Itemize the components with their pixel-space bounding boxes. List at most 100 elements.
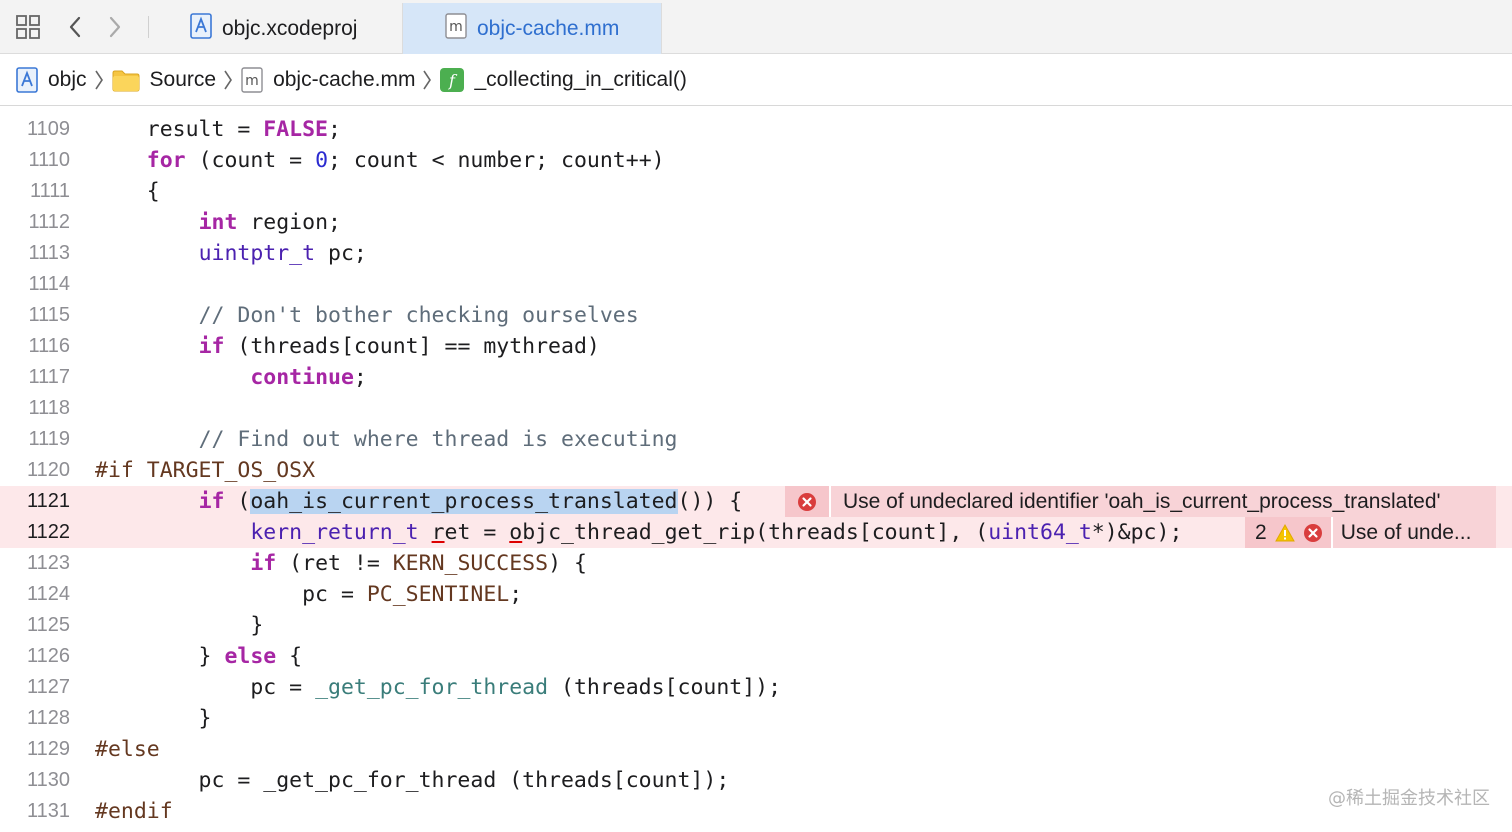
watermark: @稀土掘金技术社区 [1328,788,1490,809]
tab-objc-xcodeproj[interactable]: objc.xcodeproj [176,3,402,54]
folder-icon [112,68,140,92]
code-text: if (oah_is_current_process_translated())… [198,489,743,514]
code-line: 1119 // Find out where thread is executi… [0,424,1512,455]
code-text: kern_return_t ret = objc_thread_get_rip(… [250,520,1183,545]
code-line-error: 1122 kern_return_t ret = objc_thread_get… [0,517,1512,548]
objc-source-file-icon: m [445,12,467,45]
line-number: 1115 [28,304,70,326]
function-icon: f [440,67,465,92]
breadcrumb-label: _collecting_in_critical() [474,67,687,91]
xcode-project-icon [16,66,38,93]
toolbar-divider [148,16,149,38]
line-number: 1120 [26,459,70,481]
code-line: 1110 for (count = 0; count < number; cou… [0,145,1512,176]
breadcrumb-label: Source [149,67,217,91]
breadcrumb: objc Source m objc-cache.mm f _collectin… [0,54,1512,106]
warning-icon [1274,523,1295,541]
svg-text:m: m [449,19,463,35]
error-icon [1303,523,1322,542]
line-number: 1109 [26,118,70,140]
breadcrumb-item-file[interactable]: m objc-cache.mm [241,66,415,93]
line-number: 1116 [28,335,70,357]
xcode-project-icon [190,12,212,45]
chevron-right-icon [422,68,432,92]
line-number: 1130 [26,769,70,791]
line-number: 1126 [26,645,70,667]
code-text: } [95,613,264,638]
forward-arrow-icon[interactable] [100,0,130,54]
code-line: 1111 { [0,176,1512,207]
code-text: pc = PC_SENTINEL; [95,582,523,607]
line-number: 1114 [28,273,70,295]
code-line: 1116 if (threads[count] == mythread) [0,331,1512,362]
tab-label: objc.xcodeproj [222,16,358,40]
line-number: 1127 [26,676,70,698]
line-number: 1125 [26,614,70,636]
line-number: 1111 [29,180,70,202]
code-line: 1109 result = FALSE; [0,114,1512,145]
code-editor[interactable]: 1109 result = FALSE; 1110 for (count = 0… [0,106,1512,832]
line-number: 1122 [26,521,70,543]
error-annotation[interactable]: Use of undeclared identifier 'oah_is_cur… [785,486,1496,517]
breadcrumb-item-objc[interactable]: objc [16,66,87,93]
line-number: 1123 [26,552,70,574]
breadcrumb-label: objc [48,67,87,91]
code-text: if (threads[count] == mythread) [198,334,600,359]
error-icon[interactable] [785,486,829,517]
code-line-error: 1121 if (oah_is_current_process_translat… [0,486,1512,517]
line-number: 1112 [28,211,70,233]
code-line: 1114 [0,269,1512,300]
code-text: int region; [198,210,341,235]
code-text: #else [95,737,160,762]
code-text: uintptr_t pc; [198,241,367,266]
breadcrumb-item-source[interactable]: Source [112,67,217,92]
code-text: // Find out where thread is executing [198,427,678,452]
objc-source-file-icon: m [241,66,263,93]
code-line: 1128 } [0,703,1512,734]
code-line: 1120 #if TARGET_OS_OSX [0,455,1512,486]
svg-text:m: m [245,73,259,89]
code-line: 1125 } [0,610,1512,641]
chevron-right-icon [223,68,233,92]
code-text: } [95,706,212,731]
code-line: 1131 #endif [0,796,1512,827]
line-number: 1110 [28,149,70,171]
line-number: 1129 [26,738,70,760]
issue-count-badge[interactable]: 2 [1245,517,1331,548]
code-line: 1127 pc = _get_pc_for_thread (threads[co… [0,672,1512,703]
tab-objc-cache-mm[interactable]: m objc-cache.mm [402,3,662,54]
issue-count: 2 [1255,520,1267,544]
line-number: 1131 [26,800,70,822]
code-text: #if TARGET_OS_OSX [95,458,316,483]
code-text: if (ret != KERN_SUCCESS) { [250,551,587,576]
back-arrow-icon[interactable] [60,0,90,54]
line-number: 1113 [28,242,70,264]
code-line: 1118 [0,393,1512,424]
code-line: 1123 if (ret != KERN_SUCCESS) { [0,548,1512,579]
code-line: 1117 continue; [0,362,1512,393]
code-line: 1115 // Don't bother checking ourselves [0,300,1512,331]
code-text: for (count = 0; count < number; count++) [146,148,665,173]
code-text: #endif [95,799,173,824]
tab-label: objc-cache.mm [477,16,620,40]
line-number: 1119 [28,428,70,450]
error-message: Use of unde... [1330,517,1496,548]
code-text: pc = _get_pc_for_thread (threads[count])… [95,768,730,793]
code-line: 1124 pc = PC_SENTINEL; [0,579,1512,610]
tab-bar: objc.xcodeproj m objc-cache.mm [0,0,1512,54]
code-text: continue; [250,365,367,390]
chevron-right-icon [94,68,104,92]
code-text: { [95,179,160,204]
grid-icon[interactable] [10,0,46,54]
line-number: 1121 [26,490,70,512]
line-number: 1117 [28,366,70,388]
code-text: result = FALSE; [95,117,341,142]
code-text: pc = _get_pc_for_thread (threads[count])… [95,675,782,700]
code-line: 1130 pc = _get_pc_for_thread (threads[co… [0,765,1512,796]
line-number: 1124 [26,583,70,605]
error-annotation[interactable]: 2 Use of unde... [1245,517,1496,548]
code-text: // Don't bother checking ourselves [198,303,639,328]
breadcrumb-item-function[interactable]: f _collecting_in_critical() [440,67,687,92]
line-number: 1128 [26,707,70,729]
code-text: } else { [95,644,303,669]
